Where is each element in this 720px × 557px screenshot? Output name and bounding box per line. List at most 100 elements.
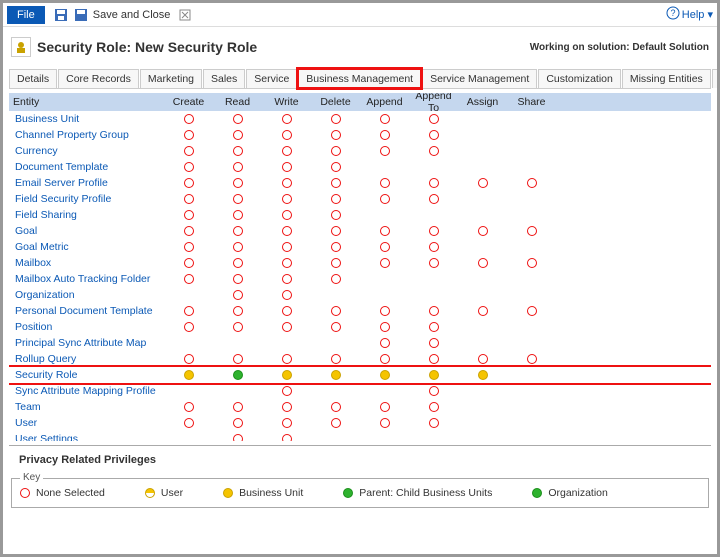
privilege-cell[interactable] (164, 193, 213, 205)
col-header-create[interactable]: Create (164, 96, 213, 108)
privilege-cell[interactable] (360, 257, 409, 269)
privilege-cell[interactable] (262, 225, 311, 237)
privilege-cell[interactable] (164, 161, 213, 173)
entity-name[interactable]: Goal Metric (9, 241, 164, 253)
entity-name[interactable]: User Settings (9, 433, 164, 441)
privilege-cell[interactable] (360, 369, 409, 381)
privilege-cell[interactable] (311, 129, 360, 141)
privilege-cell[interactable] (311, 353, 360, 365)
entity-name[interactable]: Mailbox (9, 257, 164, 269)
privilege-cell[interactable] (507, 257, 556, 269)
privilege-cell[interactable] (311, 305, 360, 317)
entity-name[interactable]: Rollup Query (9, 353, 164, 365)
privilege-cell[interactable] (409, 321, 458, 333)
privilege-cell[interactable] (213, 241, 262, 253)
privilege-cell[interactable] (213, 145, 262, 157)
privilege-cell[interactable] (262, 177, 311, 189)
entity-name[interactable]: Mailbox Auto Tracking Folder (9, 273, 164, 285)
privilege-cell[interactable] (458, 225, 507, 237)
privilege-cell[interactable] (507, 353, 556, 365)
privilege-cell[interactable] (164, 401, 213, 413)
privilege-cell[interactable] (311, 161, 360, 173)
privilege-cell[interactable] (311, 401, 360, 413)
entity-name[interactable]: Field Security Profile (9, 193, 164, 205)
privilege-cell[interactable] (311, 113, 360, 125)
entity-name[interactable]: Email Server Profile (9, 177, 164, 189)
privilege-cell[interactable] (360, 305, 409, 317)
privilege-cell[interactable] (164, 145, 213, 157)
col-header-append[interactable]: Append (360, 96, 409, 108)
entity-name[interactable]: Personal Document Template (9, 305, 164, 317)
privilege-cell[interactable] (213, 113, 262, 125)
entity-name[interactable]: Business Unit (9, 113, 164, 125)
entity-name[interactable]: User (9, 417, 164, 429)
entity-name[interactable]: Currency (9, 145, 164, 157)
entity-name[interactable]: Channel Property Group (9, 129, 164, 141)
privilege-cell[interactable] (262, 401, 311, 413)
privilege-cell[interactable] (262, 193, 311, 205)
tab-sales[interactable]: Sales (203, 69, 245, 88)
privilege-cell[interactable] (164, 113, 213, 125)
privilege-cell[interactable] (360, 417, 409, 429)
privilege-cell[interactable] (409, 385, 458, 397)
save-close-icon[interactable] (74, 8, 88, 22)
privilege-cell[interactable] (262, 241, 311, 253)
privilege-cell[interactable] (164, 273, 213, 285)
privilege-cell[interactable] (507, 225, 556, 237)
entity-name[interactable]: Goal (9, 225, 164, 237)
privilege-cell[interactable] (409, 241, 458, 253)
actions-icon[interactable] (178, 8, 192, 22)
privilege-cell[interactable] (262, 369, 311, 381)
privilege-cell[interactable] (262, 321, 311, 333)
tab-service[interactable]: Service (246, 69, 297, 88)
file-menu-button[interactable]: File (7, 6, 45, 24)
tab-missing-entities[interactable]: Missing Entities (622, 69, 711, 88)
privilege-cell[interactable] (164, 225, 213, 237)
privilege-cell[interactable] (409, 337, 458, 349)
privilege-cell[interactable] (164, 369, 213, 381)
privilege-cell[interactable] (262, 257, 311, 269)
entity-name[interactable]: Security Role (9, 369, 164, 381)
privilege-cell[interactable] (262, 417, 311, 429)
save-and-close-button[interactable]: Save and Close (93, 9, 171, 21)
privilege-cell[interactable] (213, 257, 262, 269)
privilege-cell[interactable] (360, 129, 409, 141)
privilege-cell[interactable] (409, 225, 458, 237)
privilege-cell[interactable] (213, 129, 262, 141)
col-header-share[interactable]: Share (507, 96, 556, 108)
privilege-cell[interactable] (213, 161, 262, 173)
privilege-cell[interactable] (262, 129, 311, 141)
tab-service-management[interactable]: Service Management (422, 69, 537, 88)
privilege-cell[interactable] (213, 193, 262, 205)
privilege-cell[interactable] (409, 401, 458, 413)
privilege-cell[interactable] (213, 305, 262, 317)
privilege-cell[interactable] (409, 353, 458, 365)
privilege-cell[interactable] (507, 177, 556, 189)
privilege-cell[interactable] (213, 321, 262, 333)
privilege-cell[interactable] (360, 193, 409, 205)
privilege-cell[interactable] (360, 225, 409, 237)
privilege-cell[interactable] (409, 369, 458, 381)
tab-core-records[interactable]: Core Records (58, 69, 139, 88)
privilege-cell[interactable] (262, 433, 311, 441)
privilege-cell[interactable] (409, 257, 458, 269)
privilege-cell[interactable] (409, 193, 458, 205)
tab-marketing[interactable]: Marketing (140, 69, 202, 88)
entity-name[interactable]: Position (9, 321, 164, 333)
privilege-cell[interactable] (213, 353, 262, 365)
entity-name[interactable]: Document Template (9, 161, 164, 173)
privilege-cell[interactable] (409, 177, 458, 189)
privilege-cell[interactable] (262, 209, 311, 221)
privilege-cell[interactable] (262, 161, 311, 173)
privilege-cell[interactable] (311, 225, 360, 237)
privilege-cell[interactable] (213, 417, 262, 429)
privilege-cell[interactable] (360, 337, 409, 349)
save-icon[interactable] (54, 8, 68, 22)
privilege-cell[interactable] (213, 273, 262, 285)
col-header-write[interactable]: Write (262, 96, 311, 108)
privilege-cell[interactable] (311, 257, 360, 269)
privilege-cell[interactable] (164, 209, 213, 221)
privilege-cell[interactable] (164, 257, 213, 269)
privilege-cell[interactable] (213, 401, 262, 413)
privilege-cell[interactable] (360, 241, 409, 253)
